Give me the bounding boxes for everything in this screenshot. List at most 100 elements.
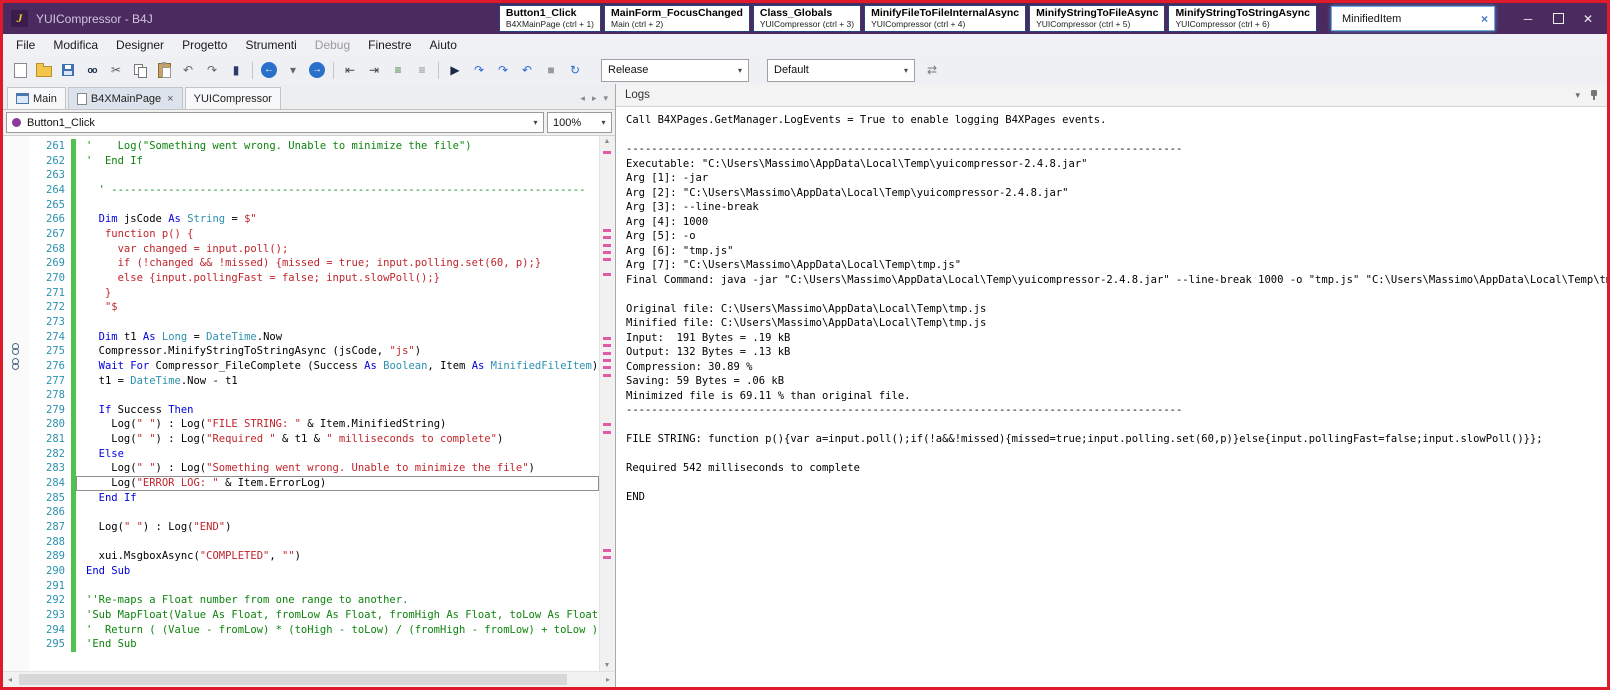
uncomment-icon[interactable]: ≡ (411, 59, 433, 81)
menu-item-file[interactable]: File (7, 34, 44, 56)
scroll-left-icon[interactable]: ◂ (3, 672, 17, 687)
outdent-icon[interactable]: ⇤ (339, 59, 361, 81)
quick-tab[interactable]: MinifyFileToFileInternalAsync YUICompress… (864, 5, 1027, 32)
maximize-button[interactable] (1543, 6, 1573, 32)
code-text[interactable]: else {input.pollingFast = false; input.s… (76, 271, 599, 286)
code-text[interactable] (76, 505, 599, 520)
scrollbar-thumb[interactable] (19, 674, 567, 685)
event-link-icon[interactable] (11, 358, 22, 372)
comment-icon[interactable]: ≡ (387, 59, 409, 81)
quick-tab[interactable]: MainForm_FocusChanged Main (ctrl + 2) (604, 5, 750, 32)
navigate-forward-icon[interactable]: → (306, 59, 328, 81)
undo-icon[interactable]: ↶ (177, 59, 199, 81)
code-text[interactable]: 'Sub MapFloat(Value As Float, fromLow As… (76, 608, 599, 623)
build-configuration-select[interactable]: Release ▾ (601, 58, 749, 82)
close-tab-icon[interactable]: × (167, 93, 173, 105)
code-text[interactable]: Log(" ") : Log("FILE STRING: " & Item.Mi… (76, 417, 599, 432)
code-text[interactable]: Log(" ") : Log("Required " & t1 & " mill… (76, 432, 599, 447)
code-text[interactable]: Log(" ") : Log("END") (76, 520, 599, 535)
step-over-icon[interactable]: ↷ (468, 59, 490, 81)
quick-tab[interactable]: MinifyStringToStringAsync YUICompressor (… (1168, 5, 1317, 32)
menu-item-aiuto[interactable]: Aiuto (421, 34, 466, 56)
quick-tab[interactable]: MinifyStringToFileAsync YUICompressor (ct… (1029, 5, 1166, 32)
tab-yuicompressor[interactable]: YUICompressor (184, 87, 281, 109)
new-file-icon[interactable] (9, 59, 31, 81)
code-text[interactable]: Compressor.MinifyStringToStringAsync (js… (76, 344, 599, 359)
tab-b4xmainpage[interactable]: B4XMainPage × (67, 87, 183, 109)
code-text[interactable]: ' End If (76, 154, 599, 169)
quick-tab[interactable]: Button1_Click B4XMainPage (ctrl + 1) (498, 5, 602, 32)
step-into-icon[interactable]: ↷ (492, 59, 514, 81)
navigate-back-icon[interactable]: ← (258, 59, 280, 81)
find-icon[interactable]: oo (81, 59, 103, 81)
scroll-up-icon[interactable]: ▲ (600, 138, 614, 145)
scroll-tabs-left-icon[interactable]: ◂ (580, 93, 585, 104)
cut-icon[interactable]: ✂ (105, 59, 127, 81)
vertical-scrollbar[interactable]: ▲ ▼ (599, 136, 615, 671)
code-text[interactable] (76, 579, 599, 594)
scroll-right-icon[interactable]: ▸ (601, 672, 615, 687)
horizontal-scrollbar[interactable]: ◂ ▸ (3, 671, 615, 687)
configuration-switch-icon[interactable]: ⇄ (921, 59, 943, 81)
copy-icon[interactable] (129, 59, 151, 81)
code-text[interactable]: ' Return ( (Value - fromLow) * (toHigh -… (76, 623, 599, 638)
close-button[interactable]: ✕ (1573, 6, 1603, 32)
code-text[interactable]: Else (76, 447, 599, 462)
back-history-dropdown-icon[interactable]: ▾ (282, 59, 304, 81)
indent-icon[interactable]: ⇥ (363, 59, 385, 81)
pin-icon[interactable] (1589, 89, 1599, 102)
menu-item-strumenti[interactable]: Strumenti (236, 34, 305, 56)
scroll-tabs-right-icon[interactable]: ▸ (592, 93, 597, 104)
paste-icon[interactable] (153, 59, 175, 81)
editor-icon-margin[interactable] (3, 136, 29, 671)
code-text[interactable] (76, 388, 599, 403)
code-text[interactable]: Log("ERROR LOG: " & Item.ErrorLog) (76, 476, 599, 491)
minimize-button[interactable]: ─ (1513, 6, 1543, 32)
sub-selector[interactable]: Button1_Click ▾ (6, 112, 544, 133)
run-icon[interactable]: ▶ (444, 59, 466, 81)
redo-icon[interactable]: ↷ (201, 59, 223, 81)
panel-menu-dropdown-icon[interactable]: ▾ (1575, 90, 1580, 101)
code-text[interactable]: t1 = DateTime.Now - t1 (76, 374, 599, 389)
code-text[interactable]: xui.MsgboxAsync("COMPLETED", "") (76, 549, 599, 564)
menu-item-finestre[interactable]: Finestre (359, 34, 420, 56)
code-text[interactable] (76, 168, 599, 183)
search-clear-icon[interactable]: × (1479, 12, 1490, 26)
event-link-icon[interactable] (11, 343, 22, 357)
code-text[interactable]: } (76, 286, 599, 301)
code-text[interactable]: "$ (76, 300, 599, 315)
code-text[interactable] (76, 198, 599, 213)
save-icon[interactable] (57, 59, 79, 81)
menu-item-modifica[interactable]: Modifica (44, 34, 107, 56)
run-configuration-select[interactable]: Default ▾ (767, 58, 915, 82)
code-text[interactable]: if (!changed && !missed) {missed = true;… (76, 256, 599, 271)
code-text[interactable]: End Sub (76, 564, 599, 579)
quick-search-box[interactable]: × (1331, 6, 1495, 31)
code-text[interactable]: If Success Then (76, 403, 599, 418)
open-project-icon[interactable] (33, 59, 55, 81)
zoom-selector[interactable]: 100% ▾ (547, 112, 612, 133)
bookmark-icon[interactable]: ▮ (225, 59, 247, 81)
scroll-down-icon[interactable]: ▼ (600, 662, 614, 669)
menu-item-progetto[interactable]: Progetto (173, 34, 236, 56)
code-text[interactable] (76, 315, 599, 330)
code-text[interactable]: Dim jsCode As String = $" (76, 212, 599, 227)
code-text[interactable]: ' Log("Something went wrong. Unable to m… (76, 139, 599, 154)
code-text[interactable]: ''Re-maps a Float number from one range … (76, 593, 599, 608)
step-out-icon[interactable]: ↶ (516, 59, 538, 81)
code-text[interactable]: ' --------------------------------------… (76, 183, 599, 198)
code-text[interactable]: var changed = input.poll(); (76, 242, 599, 257)
code-text[interactable]: Log(" ") : Log("Something went wrong. Un… (76, 461, 599, 476)
menu-item-designer[interactable]: Designer (107, 34, 173, 56)
code-text[interactable]: function p() { (76, 227, 599, 242)
code-text[interactable]: 'End Sub (76, 637, 599, 652)
quick-search-input[interactable] (1340, 11, 1479, 26)
code-text[interactable]: Wait For Compressor_FileComplete (Succes… (76, 359, 599, 374)
code-text[interactable] (76, 535, 599, 550)
code-text[interactable]: Dim t1 As Long = DateTime.Now (76, 330, 599, 345)
tab-main[interactable]: Main (7, 87, 66, 109)
tab-list-dropdown-icon[interactable]: ▾ (603, 93, 608, 104)
stop-icon[interactable]: ■ (540, 59, 562, 81)
resume-icon[interactable]: ↻ (564, 59, 586, 81)
quick-tab[interactable]: Class_Globals YUICompressor (ctrl + 3) (752, 5, 862, 32)
